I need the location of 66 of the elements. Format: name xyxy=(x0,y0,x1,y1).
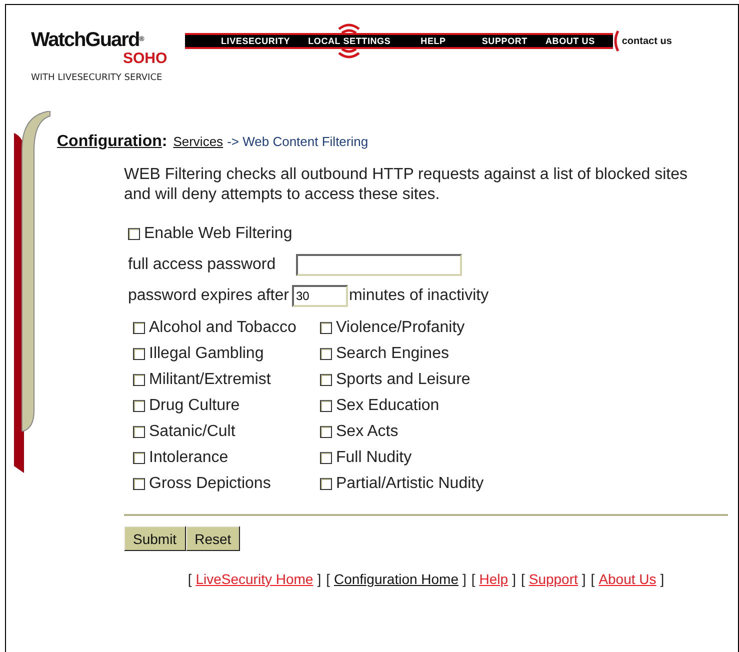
checkbox-label: Gross Depictions xyxy=(149,475,271,493)
checkbox[interactable] xyxy=(133,348,145,360)
nav-item[interactable]: HELP xyxy=(420,20,446,62)
bracket-text: [ xyxy=(590,571,595,587)
checkbox[interactable] xyxy=(320,400,332,412)
checkbox[interactable] xyxy=(320,322,332,334)
password-label: full access password xyxy=(128,256,276,274)
bracket-text: [ xyxy=(520,571,525,587)
intro-text: WEB Filtering checks all outbound HTTP requests against a list of blocked sites and will deny attempts to access these sites. xyxy=(124,165,689,205)
checkbox-label: Violence/Profanity xyxy=(336,319,465,337)
checkbox[interactable] xyxy=(133,400,145,412)
checkbox-label: Sex Education xyxy=(336,397,440,415)
checkbox-label: Full Nudity xyxy=(336,449,412,467)
checkbox-label: Drug Culture xyxy=(149,397,240,415)
checkbox-label: Alcohol and Tobacco xyxy=(149,319,296,337)
checkbox[interactable] xyxy=(133,478,145,490)
contact-link[interactable]: contact us xyxy=(622,36,672,46)
product-name: SOHO xyxy=(123,51,168,67)
bracket-text: ] xyxy=(512,571,516,587)
bracket-text: ] xyxy=(462,571,466,587)
footer-link[interactable]: LiveSecurity Home xyxy=(196,571,314,587)
form-button[interactable]: Reset xyxy=(186,526,240,551)
checkbox-label: Sex Acts xyxy=(336,423,398,441)
expiry-label: password expires after xyxy=(128,286,289,304)
nav-item[interactable]: SUPPORT xyxy=(482,20,528,62)
checkbox[interactable] xyxy=(320,426,332,438)
tagline: WITH LIVESECURITY SERVICE xyxy=(31,73,164,83)
checkbox-label: Illegal Gambling xyxy=(149,345,264,363)
checkbox[interactable] xyxy=(133,322,145,334)
checkbox[interactable] xyxy=(320,478,332,490)
breadcrumb-trail: -> Web Content Filtering xyxy=(227,134,368,149)
nav-item[interactable]: ABOUT US xyxy=(545,20,595,62)
bracket-text: ] xyxy=(660,571,664,587)
checkbox[interactable] xyxy=(320,374,332,386)
password-field[interactable] xyxy=(296,254,462,276)
checkbox-label: Militant/Extremist xyxy=(149,371,271,389)
checkbox[interactable] xyxy=(128,228,140,240)
nav-item[interactable]: LOCAL SETTINGS xyxy=(308,20,391,62)
checkbox-label: Sports and Leisure xyxy=(336,371,470,389)
checkbox[interactable] xyxy=(320,348,332,360)
footer-link[interactable]: Support xyxy=(528,571,578,587)
checkbox[interactable] xyxy=(133,374,145,386)
form-button[interactable]: Submit xyxy=(124,526,186,551)
bracket-text: [ xyxy=(471,571,476,587)
checkbox[interactable] xyxy=(133,452,145,464)
checkbox[interactable] xyxy=(320,452,332,464)
checkbox-label: Search Engines xyxy=(336,345,449,363)
expiry-suffix: minutes of inactivity xyxy=(348,286,489,304)
breadcrumb-link[interactable]: Services xyxy=(173,134,224,149)
checkbox-label: Partial/Artistic Nudity xyxy=(336,475,484,493)
minutes-field[interactable]: 30 xyxy=(292,284,348,306)
checkbox-label: Satanic/Cult xyxy=(149,423,236,441)
bracket-text: [ xyxy=(188,571,192,587)
checkbox-label: Enable Web Filtering xyxy=(144,225,292,243)
footer-link[interactable]: Configuration Home xyxy=(334,571,458,587)
bracket-text: [ xyxy=(326,571,330,587)
bracket-text: ] xyxy=(582,571,586,587)
page-title: Configuration xyxy=(57,133,162,151)
brand-logo: WatchGuard$^{®}$ xyxy=(31,29,144,51)
footer-link[interactable]: About Us xyxy=(598,571,656,587)
title-colon: : xyxy=(162,133,168,151)
checkbox[interactable] xyxy=(133,426,145,438)
bracket-text: ] xyxy=(317,571,322,587)
checkbox-label: Intolerance xyxy=(149,449,228,467)
nav-item[interactable]: LIVESECURITY xyxy=(221,20,290,62)
footer-link[interactable]: Help xyxy=(479,571,508,587)
